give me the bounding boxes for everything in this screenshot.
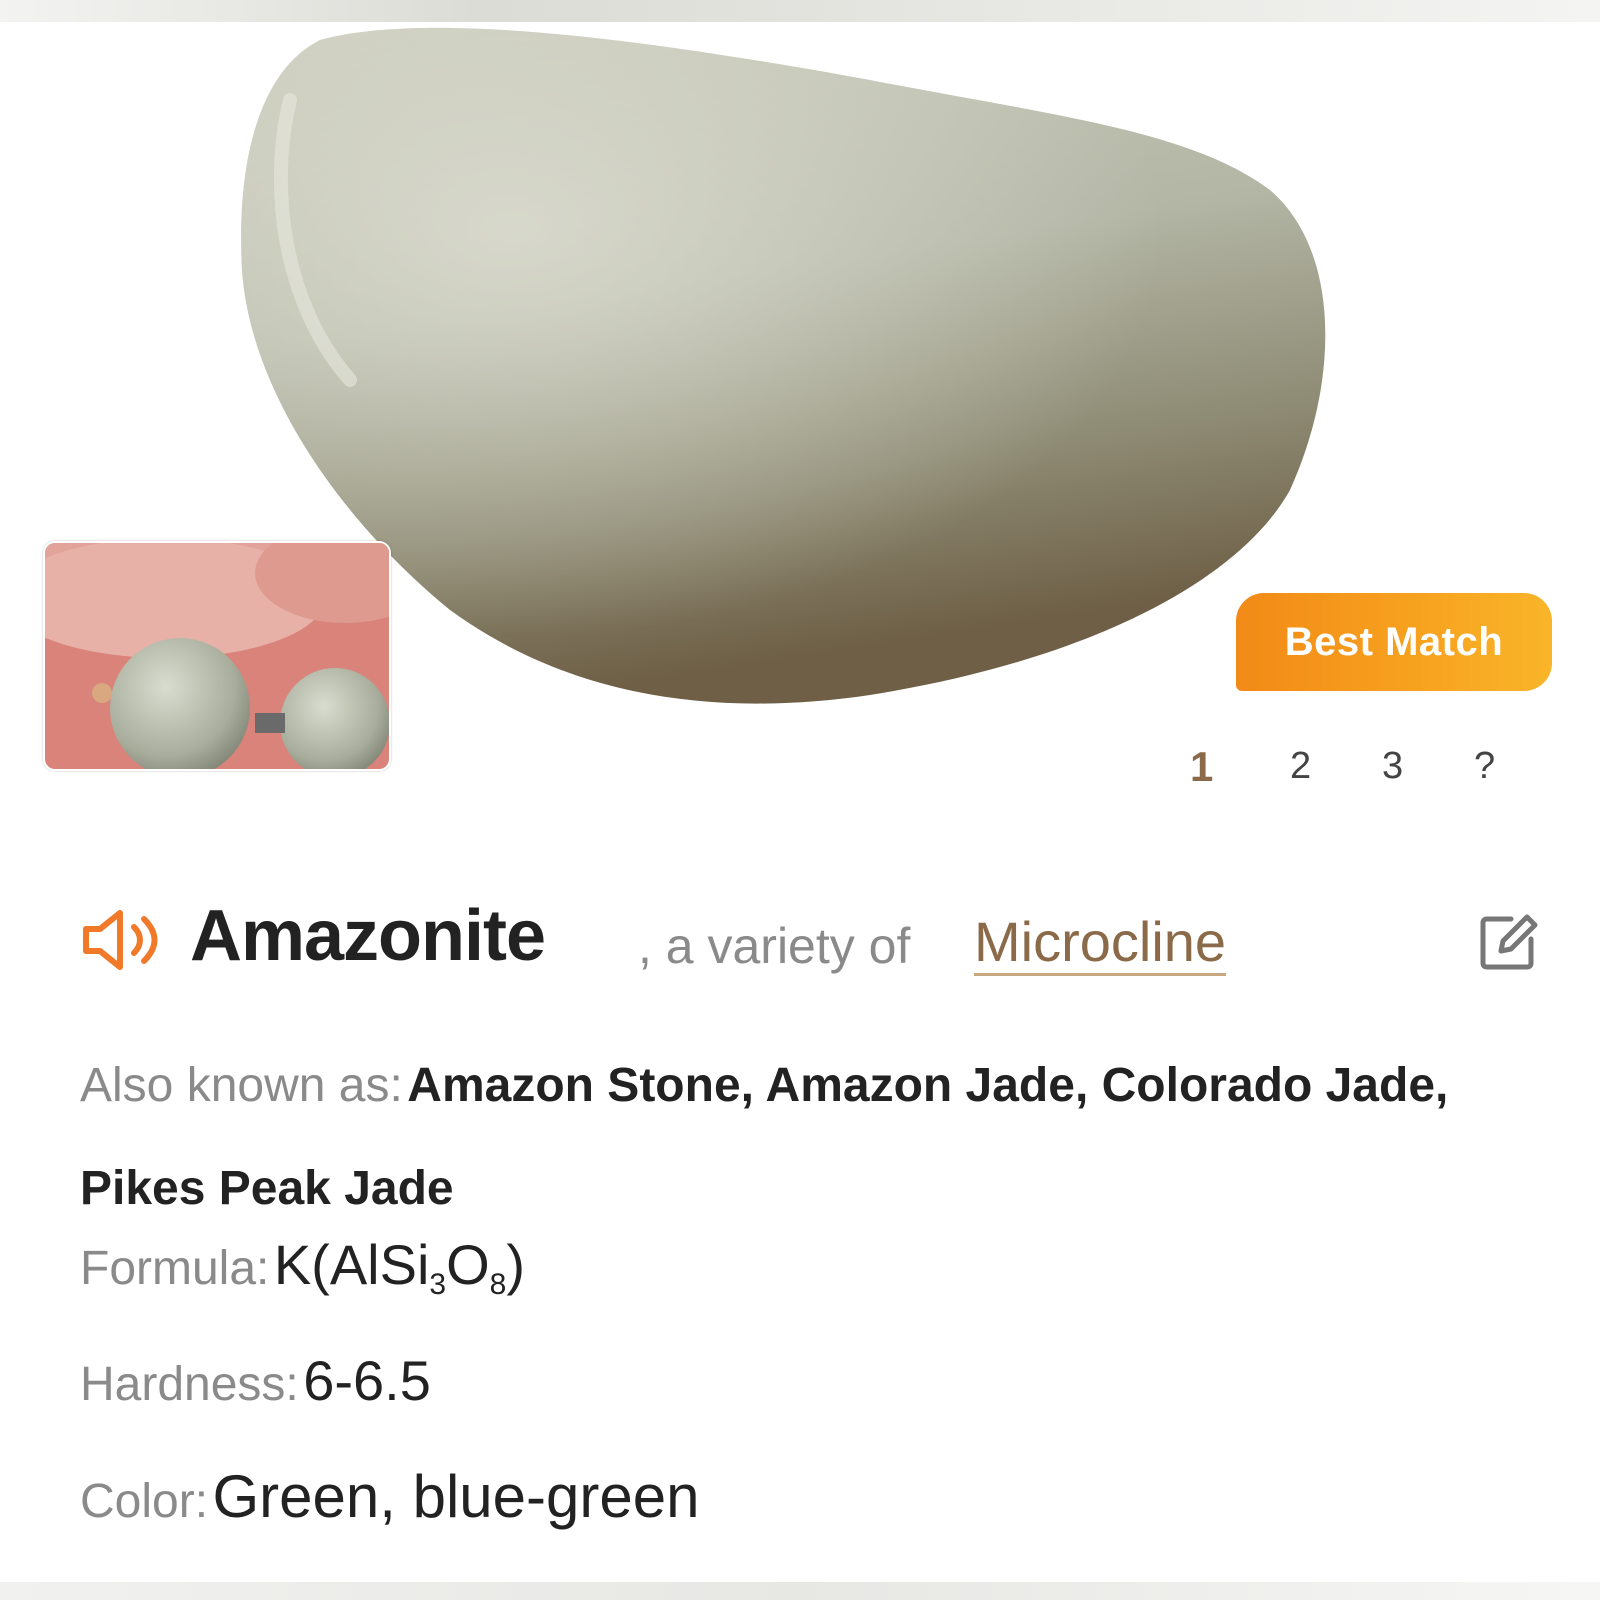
color-value: Green, blue-green <box>212 1463 700 1530</box>
variety-prefix: , a variety of <box>638 918 911 974</box>
variety-link[interactable]: Microcline <box>974 911 1227 976</box>
pager-page-1[interactable]: 1 <box>1190 743 1213 791</box>
hardness-value: 6-6.5 <box>303 1349 431 1412</box>
color-label: Color: <box>80 1475 209 1528</box>
formula-value: K(AlSi3O8) <box>273 1233 526 1301</box>
pager-page-3[interactable]: 3 <box>1382 745 1403 788</box>
also-known-as: Also known as: Amazon Stone, Amazon Jade… <box>80 1040 1520 1246</box>
pager-page-unknown[interactable]: ? <box>1474 745 1495 788</box>
top-edge <box>0 0 1600 22</box>
speaker-icon[interactable] <box>80 907 160 973</box>
hardness-label: Hardness: <box>80 1358 299 1411</box>
user-photo-thumbnail[interactable] <box>43 541 391 771</box>
formula-label: Formula: <box>80 1242 270 1295</box>
pager-page-2[interactable]: 2 <box>1290 745 1311 788</box>
bottom-edge <box>0 1582 1600 1600</box>
best-match-badge: Best Match <box>1236 593 1552 691</box>
mineral-name: Amazonite <box>190 896 546 976</box>
formula-row: Formula: K(AlSi3O8) <box>80 1232 1520 1302</box>
color-row: Color: Green, blue-green <box>80 1462 1520 1531</box>
aka-label: Also known as: <box>80 1059 403 1112</box>
hardness-row: Hardness: 6-6.5 <box>80 1348 1520 1413</box>
edit-icon[interactable] <box>1477 911 1539 973</box>
specimen-main-image[interactable] <box>230 20 1380 720</box>
result-title-row: Amazonite , a variety of Microcline <box>80 895 1540 985</box>
